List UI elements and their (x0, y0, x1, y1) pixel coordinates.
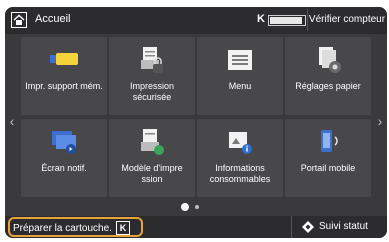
tile-label: Menu (228, 81, 252, 91)
next-page-arrow-icon[interactable]: › (375, 113, 385, 129)
status-message-text: Préparer la cartouche. (13, 223, 112, 234)
verify-counter-button[interactable]: Vérifier compteur (307, 9, 386, 31)
toner-k-badge: K (115, 221, 130, 236)
toner-color-label: K (257, 13, 265, 25)
tile-notification-screen[interactable]: Écran notif. (21, 119, 107, 197)
notification-screen-icon (52, 131, 76, 154)
printer-home-screen: Accueil K Vérifier compteur ‹ › Impr. su… (5, 7, 387, 238)
consumables-info-icon (229, 132, 252, 154)
status-monitor-icon (302, 221, 314, 233)
tile-label: Écran notif. (41, 163, 87, 173)
status-monitor-label: Suivi statut (319, 221, 368, 232)
toner-level-fill (270, 17, 302, 24)
page-indicator (181, 203, 221, 213)
tile-label: Réglages papier (295, 81, 361, 91)
bottom-bar: Préparer la cartouche. K Suivi statut (5, 216, 387, 238)
tile-print-template[interactable]: Modèle d'impre ssion (109, 119, 195, 197)
page-dot-active (181, 203, 189, 211)
tile-secure-print[interactable]: Impression sécurisée (109, 37, 195, 115)
previous-page-arrow-icon[interactable]: ‹ (7, 113, 17, 129)
toner-level-bar (268, 15, 306, 26)
tile-label: Portail mobile (300, 163, 356, 173)
home-icon[interactable] (11, 12, 27, 28)
secure-print-icon (141, 47, 163, 73)
tile-label: Modèle d'impre ssion (121, 163, 183, 184)
print-template-icon (141, 129, 164, 155)
tile-mobile-portal[interactable]: Portail mobile (285, 119, 371, 197)
tile-label: Impression sécurisée (129, 81, 174, 102)
usb-memory-icon (50, 53, 78, 65)
tile-label: Informations consommables (209, 163, 271, 184)
paper-settings-icon (319, 47, 341, 73)
menu-icon (228, 50, 252, 70)
tile-menu[interactable]: Menu (197, 37, 283, 115)
tile-label: Impr. support mém. (25, 81, 103, 91)
status-monitor-button[interactable]: Suivi statut (291, 216, 387, 238)
page-dot (195, 205, 199, 209)
function-tile-grid: Impr. support mém. Impression sécurisée … (21, 37, 371, 197)
tile-paper-settings[interactable]: Réglages papier (285, 37, 371, 115)
tile-consumables-info[interactable]: Informations consommables (197, 119, 283, 197)
top-bar: Accueil K Vérifier compteur (5, 7, 387, 34)
page-title: Accueil (35, 13, 71, 25)
tile-usb-print[interactable]: Impr. support mém. (21, 37, 107, 115)
status-message[interactable]: Préparer la cartouche. K (8, 217, 143, 237)
mobile-portal-icon (321, 130, 338, 152)
